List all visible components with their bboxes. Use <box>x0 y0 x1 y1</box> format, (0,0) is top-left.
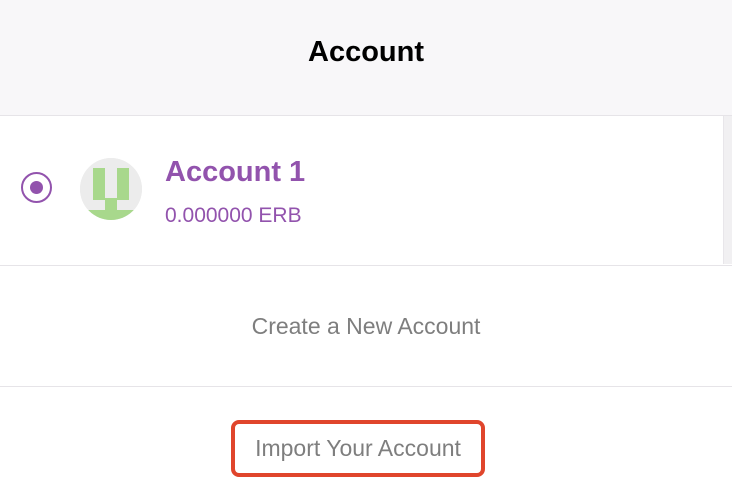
account-row[interactable]: Account 1 0.000000 ERB <box>0 116 722 264</box>
account-balance: 0.000000 ERB <box>165 204 302 227</box>
page-header: Account <box>0 0 732 116</box>
create-account-label: Create a New Account <box>251 312 481 339</box>
account-list-scrollbar[interactable] <box>723 116 732 264</box>
radio-dot-icon <box>30 181 43 194</box>
identicon-avatar-icon <box>80 158 142 220</box>
create-account-button[interactable]: Create a New Account <box>0 266 732 387</box>
page-title: Account <box>308 36 424 68</box>
import-account-row: Import Your Account <box>0 387 732 504</box>
import-account-button[interactable]: Import Your Account <box>231 420 485 477</box>
account-list: Account 1 0.000000 ERB <box>0 116 732 266</box>
account-name: Account 1 <box>165 156 306 188</box>
identicon-graphic <box>80 158 142 220</box>
account-radio-selected-icon[interactable] <box>21 172 52 203</box>
import-account-label: Import Your Account <box>255 435 461 461</box>
